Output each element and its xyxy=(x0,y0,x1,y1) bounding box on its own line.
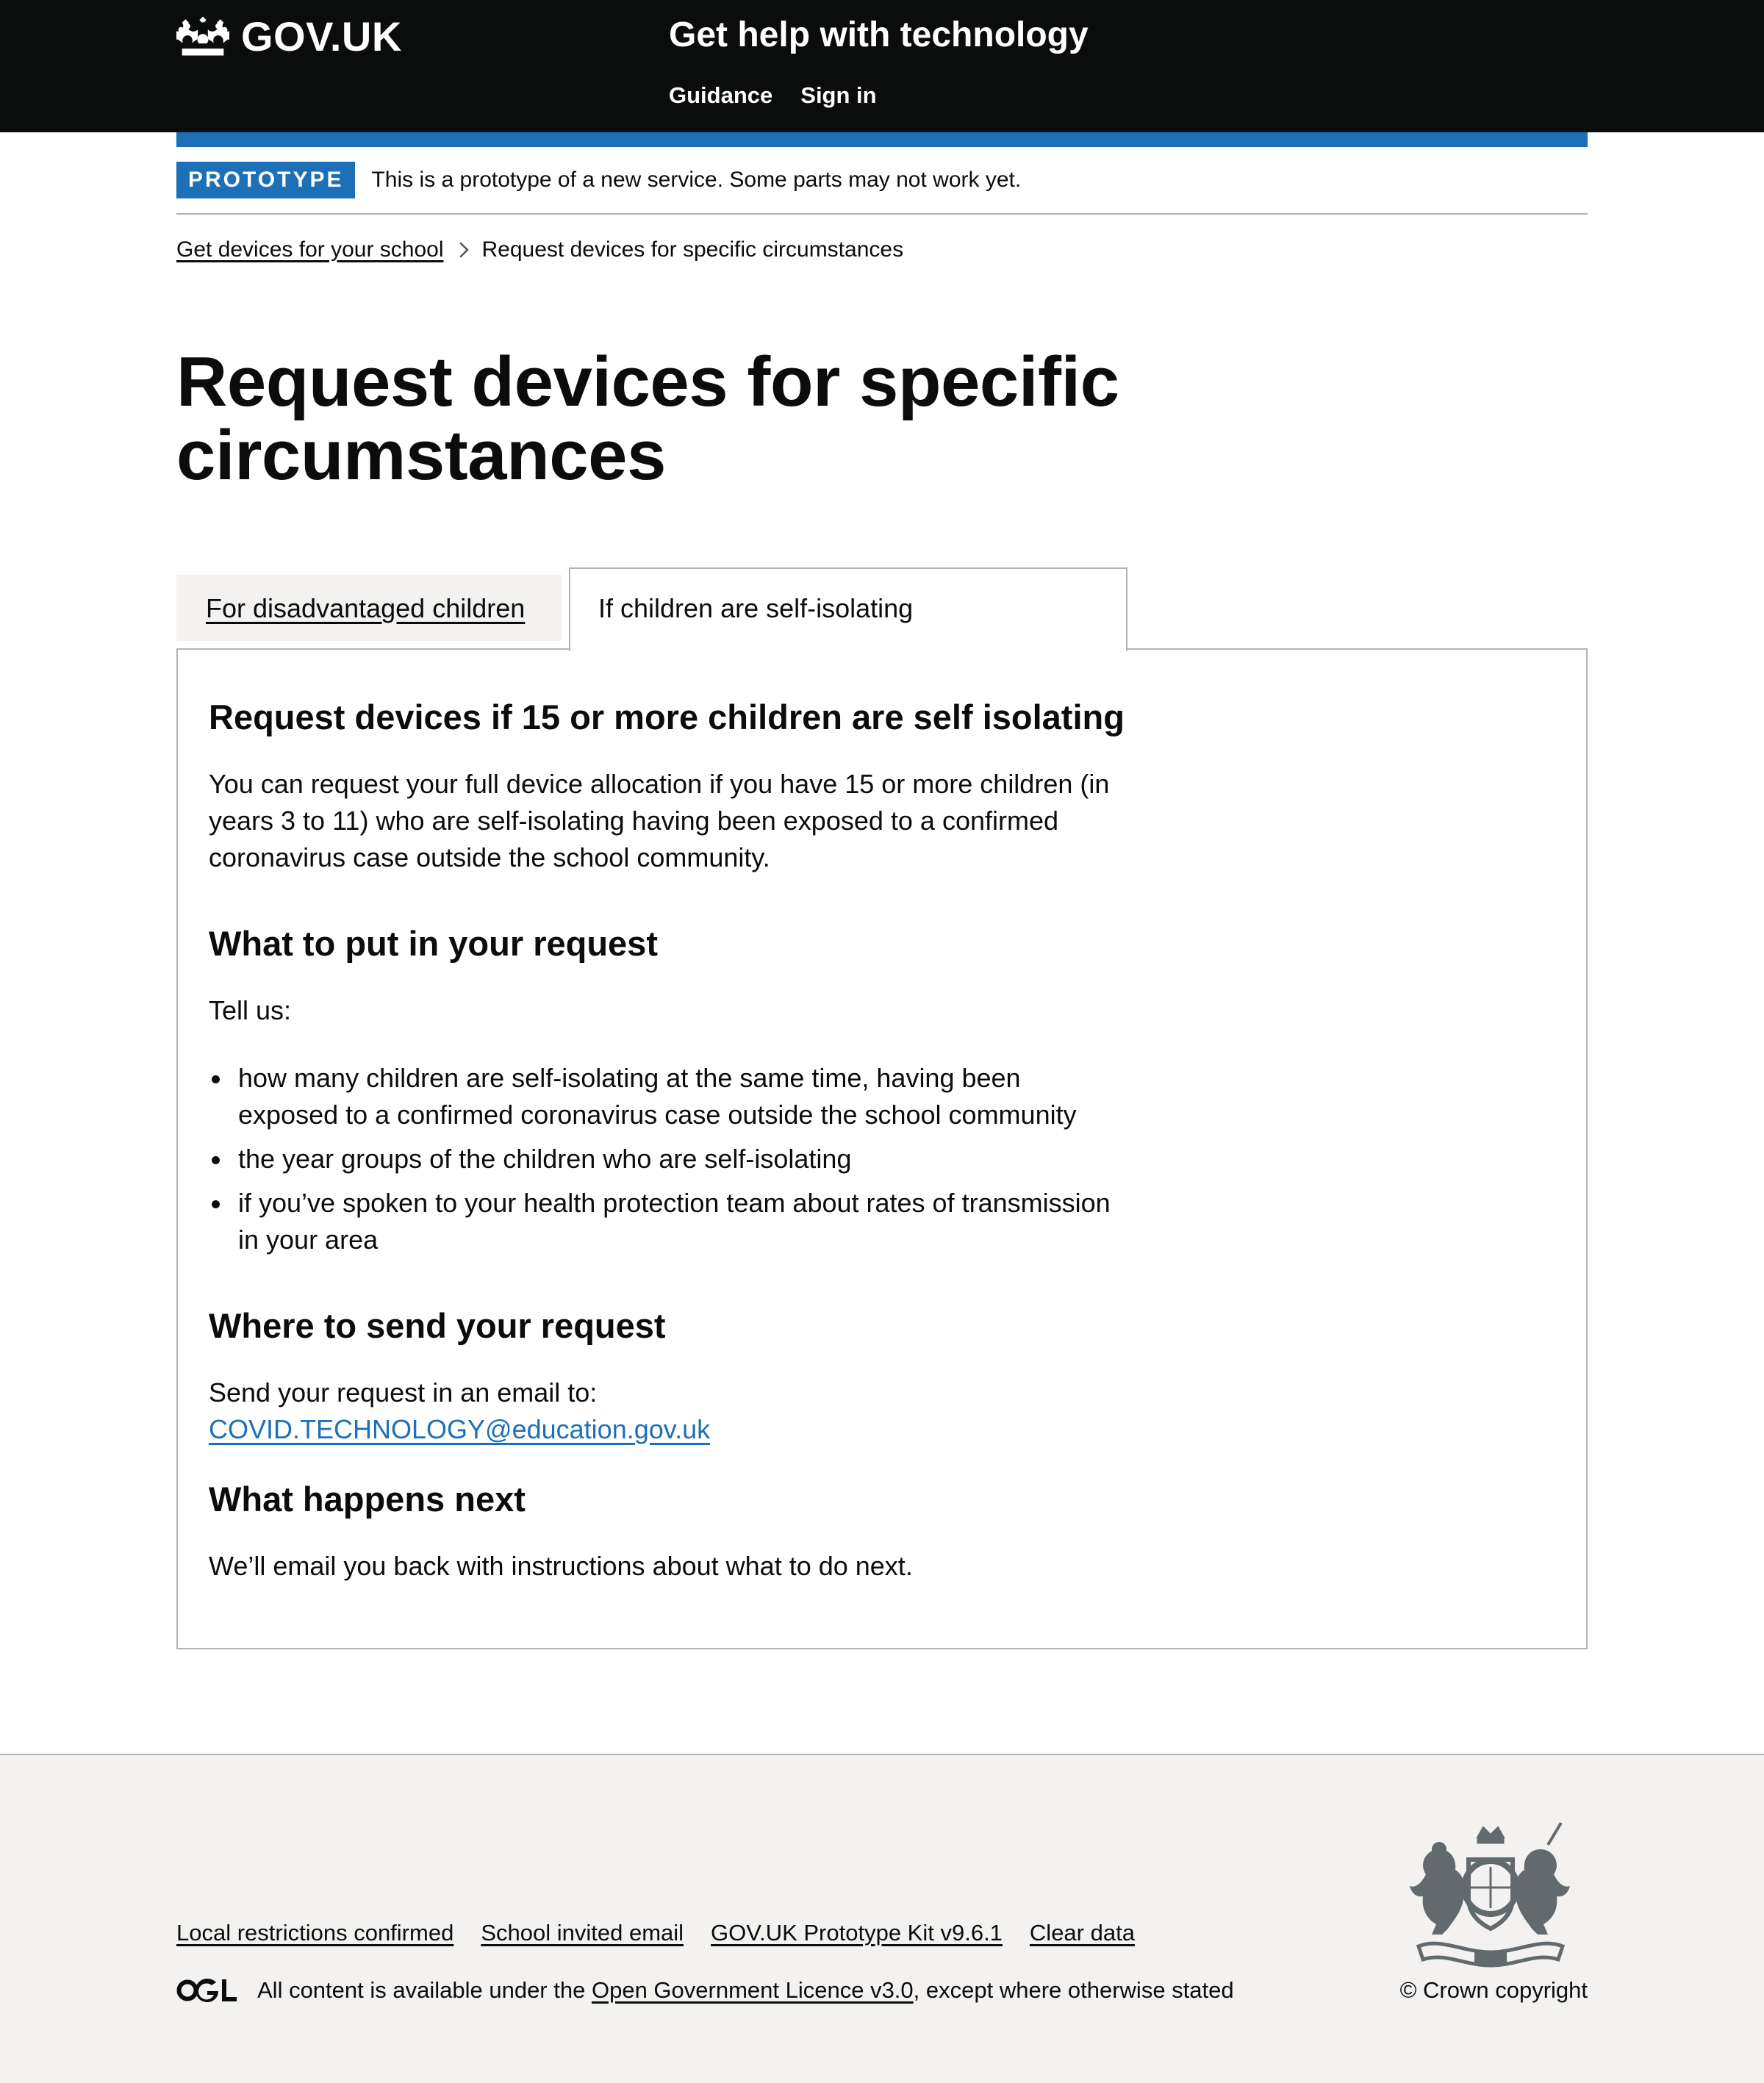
chevron-right-icon xyxy=(457,240,470,259)
list-item: the year groups of the children who are … xyxy=(209,1141,1120,1177)
site-header: GOV.UK Get help with technology Guidance… xyxy=(0,0,1764,132)
request-heading: What to put in your request xyxy=(209,924,658,963)
send-request-text: Send your request in an email to: COVID.… xyxy=(209,1374,1120,1448)
crown-icon xyxy=(176,16,229,56)
breadcrumb-parent-link[interactable]: Get devices for your school xyxy=(176,234,444,266)
next-text: We’ll email you back with instructions a… xyxy=(209,1551,913,1581)
footer-link-local-restrictions[interactable]: Local restrictions confirmed xyxy=(176,1917,453,1949)
footer-link-school-invited-email[interactable]: School invited email xyxy=(481,1917,684,1949)
page-title: Request devices for specific circumstanc… xyxy=(176,343,1119,495)
ogl-logo-icon xyxy=(176,1979,237,2002)
header-blue-bar xyxy=(176,132,1588,147)
tab-self-isolating[interactable]: If children are self-isolating xyxy=(569,567,1127,651)
list-item: how many children are self-isolating at … xyxy=(209,1060,1120,1133)
footer-link-clear-data[interactable]: Clear data xyxy=(1030,1917,1135,1949)
send-heading: Where to send your request xyxy=(209,1306,666,1345)
nav-sign-in-link[interactable]: Sign in xyxy=(800,79,876,112)
govuk-logo-text: GOV.UK xyxy=(241,12,402,60)
tab-panel-self-isolating: Request devices if 15 or more children a… xyxy=(176,648,1588,1649)
tell-us-text: Tell us: xyxy=(209,995,292,1025)
next-heading: What happens next xyxy=(209,1480,526,1519)
panel-heading: Request devices if 15 or more children a… xyxy=(209,698,1125,736)
royal-coat-of-arms-icon xyxy=(1410,1821,1570,1968)
send-request-label: Send your request in an email to: xyxy=(209,1377,598,1408)
request-bullet-list: how many children are self-isolating at … xyxy=(209,1060,1120,1266)
crown-copyright-link[interactable]: © Crown copyright xyxy=(1400,1974,1588,2007)
email-link[interactable]: COVID.TECHNOLOGY@education.gov.uk xyxy=(209,1414,710,1444)
phase-tag: PROTOTYPE xyxy=(176,162,356,198)
tabs: For disadvantaged children If children a… xyxy=(176,567,1588,1649)
phase-banner: PROTOTYPE This is a prototype of a new s… xyxy=(176,147,1588,215)
licence-prefix: All content is available under the xyxy=(257,1977,586,2003)
tab-disadvantaged-children-link[interactable]: For disadvantaged children xyxy=(206,593,525,623)
list-item: if you’ve spoken to your health protecti… xyxy=(209,1185,1120,1258)
footer-links: Local restrictions confirmed School invi… xyxy=(176,1917,1135,1949)
tab-self-isolating-link[interactable]: If children are self-isolating xyxy=(598,593,913,623)
service-name-link[interactable]: Get help with technology xyxy=(669,12,1089,59)
panel-intro-text: You can request your full device allocat… xyxy=(209,769,1110,872)
breadcrumb-current: Request devices for specific circumstanc… xyxy=(481,237,904,262)
tab-disadvantaged-children[interactable]: For disadvantaged children xyxy=(176,575,562,641)
govuk-home-link[interactable]: GOV.UK xyxy=(176,10,402,62)
site-footer: Local restrictions confirmed School invi… xyxy=(0,1754,1764,2083)
header-navigation: Guidance Sign in xyxy=(669,79,877,112)
licence-suffix: , except where otherwise stated xyxy=(913,1977,1234,2003)
phase-banner-text: This is a prototype of a new service. So… xyxy=(371,168,1022,192)
footer-link-prototype-kit[interactable]: GOV.UK Prototype Kit v9.6.1 xyxy=(711,1917,1003,1949)
tab-list: For disadvantaged children If children a… xyxy=(176,567,1588,651)
nav-guidance-link[interactable]: Guidance xyxy=(669,79,772,112)
breadcrumb: Get devices for your school Request devi… xyxy=(176,234,903,266)
licence-statement: All content is available under the Open … xyxy=(176,1974,1234,2007)
licence-link[interactable]: Open Government Licence v3.0 xyxy=(592,1974,914,2007)
